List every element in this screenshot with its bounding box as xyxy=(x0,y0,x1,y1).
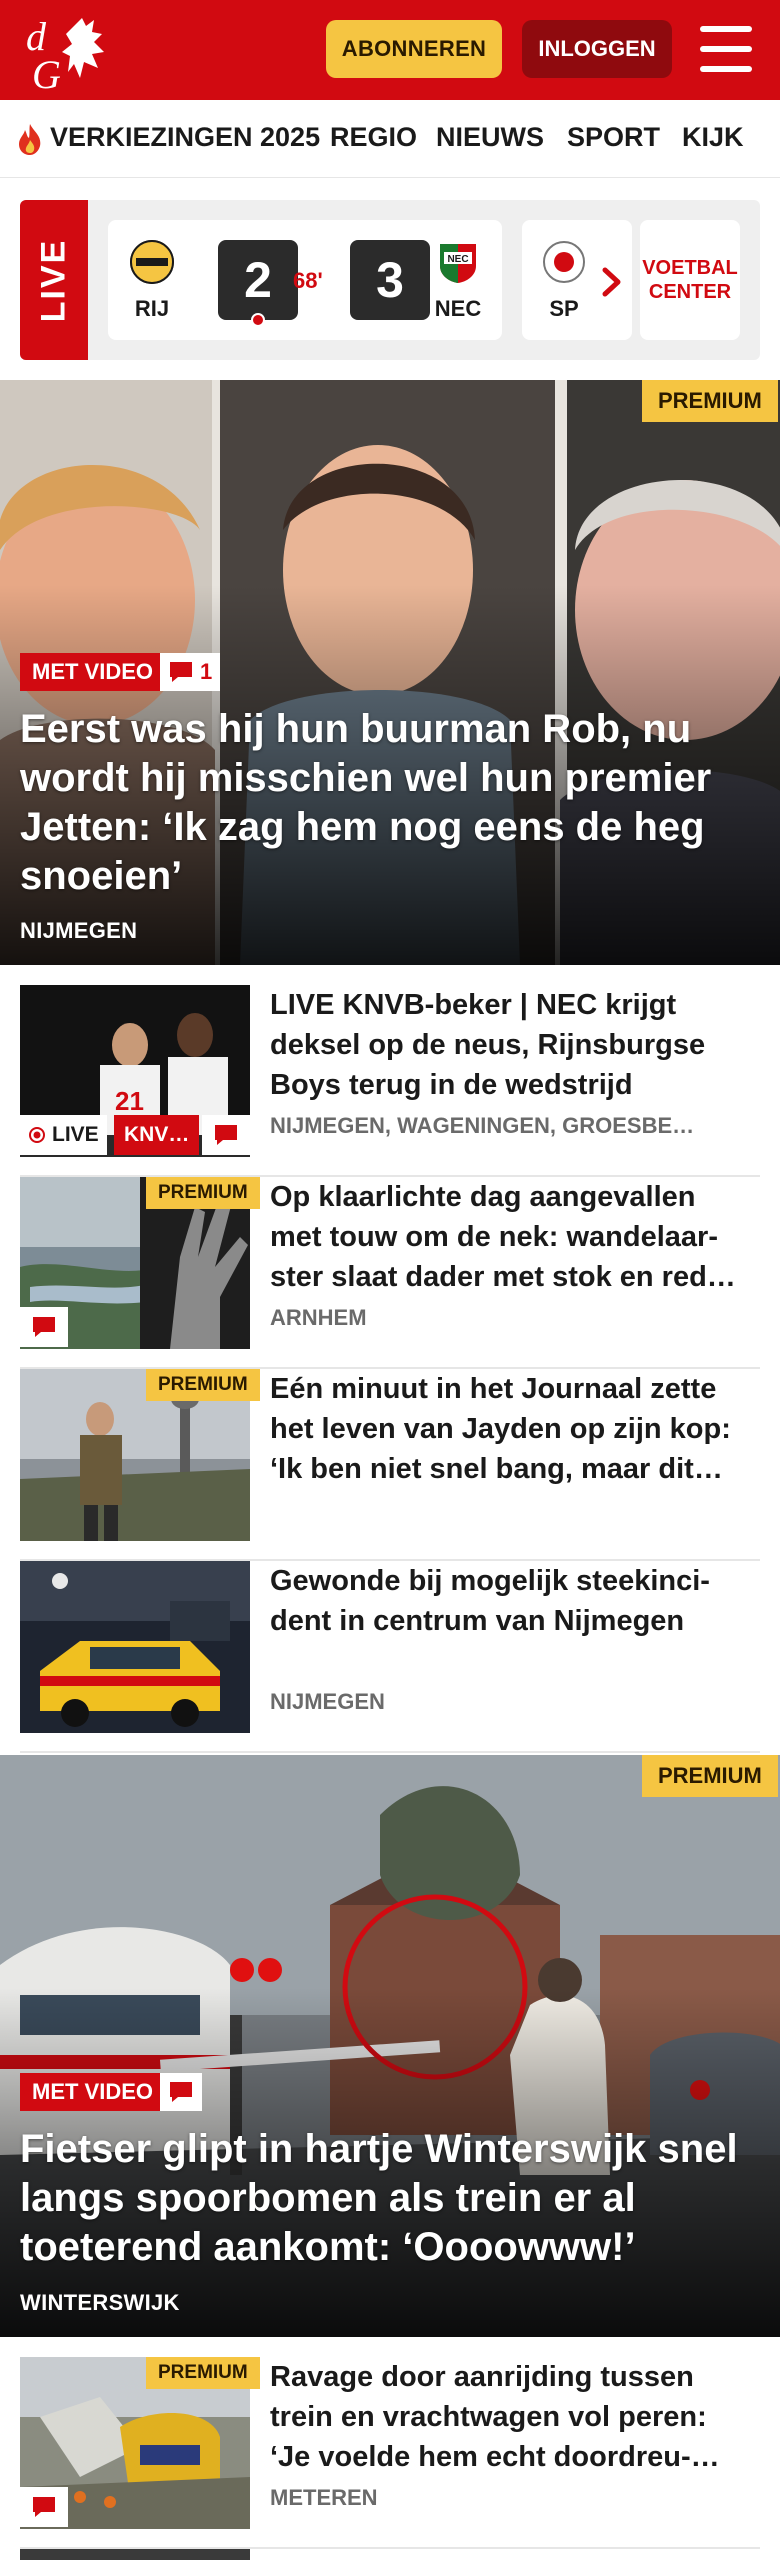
nav-item-verkiezingen[interactable]: VERKIEZINGEN 2025 xyxy=(50,122,320,153)
article-row[interactable]: Gewonde bij mogelijk steekinci­dent in c… xyxy=(20,1561,760,1753)
next-club: SP xyxy=(549,296,579,321)
hero-title[interactable]: Eerst was hij hun buurman Rob, nu wordt … xyxy=(20,705,764,901)
hero-location: NIJMEGEN xyxy=(20,918,138,943)
match-card[interactable]: RIJ 2 68' 3 NEC NEC xyxy=(108,220,502,340)
nav-item-nieuws[interactable]: NIEUWS xyxy=(436,122,544,153)
comment-icon-box[interactable] xyxy=(20,1307,68,1347)
premium-badge: PREMIUM xyxy=(642,380,778,422)
article-thumbnail-partial xyxy=(20,2549,250,2560)
svg-text:21: 21 xyxy=(115,1086,144,1116)
live-dot-icon xyxy=(29,1127,45,1143)
article-row[interactable]: PREMIUM Eén minuut in het Journaal zette… xyxy=(20,1369,760,1561)
goal-indicator xyxy=(251,313,265,327)
hero-location: WINTERSWIJK xyxy=(20,2290,180,2315)
article-title[interactable]: Gewonde bij mogelijk steekinci­dent in c… xyxy=(270,1561,750,1641)
category-tag: KNV… xyxy=(114,1115,200,1155)
comment-icon xyxy=(170,2082,192,2102)
article-title[interactable]: LIVE KNVB-beker | NEC krijgt deksel op d… xyxy=(270,985,750,1105)
article-row[interactable]: PREMIUM Ravage door aanrijding tussen tr… xyxy=(20,2357,760,2549)
main-nav: VERKIEZINGEN 2025 REGIO NIEUWS SPORT KIJ… xyxy=(0,100,780,178)
chevron-right-icon[interactable] xyxy=(590,260,634,304)
club-crest-icon xyxy=(542,240,586,284)
article-title[interactable]: Ravage door aanrijding tussen trein en v… xyxy=(270,2357,750,2477)
comment-icon xyxy=(215,1125,237,1145)
away-score: 3 xyxy=(350,240,430,320)
premium-badge: PREMIUM xyxy=(146,1369,260,1401)
comment-count[interactable] xyxy=(160,2073,202,2111)
live-indicator: LIVE xyxy=(20,1115,107,1155)
article-location: METEREN xyxy=(270,2485,378,2510)
menu-icon[interactable] xyxy=(700,26,752,72)
nec-crest-icon: NEC xyxy=(436,240,480,284)
article-row[interactable]: 21 LIVE KNV… LIVE KNVB-beker | NEC krijg… xyxy=(20,985,760,1177)
video-tag: MET VIDEO xyxy=(20,2073,166,2111)
comment-icon-box[interactable] xyxy=(202,1115,250,1155)
hero-article-1[interactable]: PREMIUM MET VIDEO 1 Eerst was hij hun bu… xyxy=(0,380,780,965)
site-header: d G ABONNEREN INLOGGEN xyxy=(0,0,780,100)
voetbal-center-link[interactable]: VOETBAL CENTER xyxy=(640,220,740,340)
comment-icon-box[interactable] xyxy=(20,2487,68,2527)
club-crest-icon xyxy=(130,240,174,284)
comment-icon xyxy=(33,2497,55,2517)
match-minute: 68' xyxy=(293,268,323,293)
home-score: 2 xyxy=(218,240,298,320)
video-tag: MET VIDEO xyxy=(20,653,166,691)
flame-icon xyxy=(19,124,41,155)
subscribe-button[interactable]: ABONNEREN xyxy=(326,20,502,78)
article-location: ARNHEM xyxy=(270,1305,367,1330)
live-scores-strip: LIVE RIJ 2 68' 3 NEC NEC SP VOETBAL CENT… xyxy=(20,200,760,360)
article-location: NIJMEGEN, WAGENINGEN, GROESBE… xyxy=(270,1113,695,1138)
comment-count[interactable]: 1 xyxy=(160,653,221,691)
nav-item-sport[interactable]: SPORT xyxy=(567,122,660,153)
article-thumbnail xyxy=(20,1561,250,1733)
premium-badge: PREMIUM xyxy=(146,1177,260,1209)
article-title[interactable]: Op klaarlichte dag aangevallen met touw … xyxy=(270,1177,750,1297)
home-club: RIJ xyxy=(134,296,170,321)
svg-text:NEC: NEC xyxy=(447,254,468,265)
article-location: NIJMEGEN xyxy=(270,1689,385,1714)
live-label: LIVE xyxy=(20,200,88,360)
premium-badge: PREMIUM xyxy=(146,2357,260,2389)
comment-icon xyxy=(33,1317,55,1337)
nav-item-kijk[interactable]: KIJK xyxy=(682,122,744,153)
premium-badge: PREMIUM xyxy=(642,1755,778,1797)
svg-text:G: G xyxy=(32,52,61,92)
away-club: NEC xyxy=(434,296,482,321)
nav-item-regio[interactable]: REGIO xyxy=(330,122,417,153)
article-row[interactable]: PREMIUM Op klaarlichte dag aangevallen m… xyxy=(20,1177,760,1369)
hero-article-2[interactable]: PREMIUM MET VIDEO Fietser glipt in hartj… xyxy=(0,1755,780,2337)
comment-icon xyxy=(170,662,192,682)
logo-icon[interactable]: d G xyxy=(22,12,118,92)
article-title[interactable]: Eén minuut in het Journaal zette het lev… xyxy=(270,1369,750,1489)
hero-title[interactable]: Fietser glipt in hartje Winterswijk snel… xyxy=(20,2125,764,2272)
login-button[interactable]: INLOGGEN xyxy=(522,20,672,78)
